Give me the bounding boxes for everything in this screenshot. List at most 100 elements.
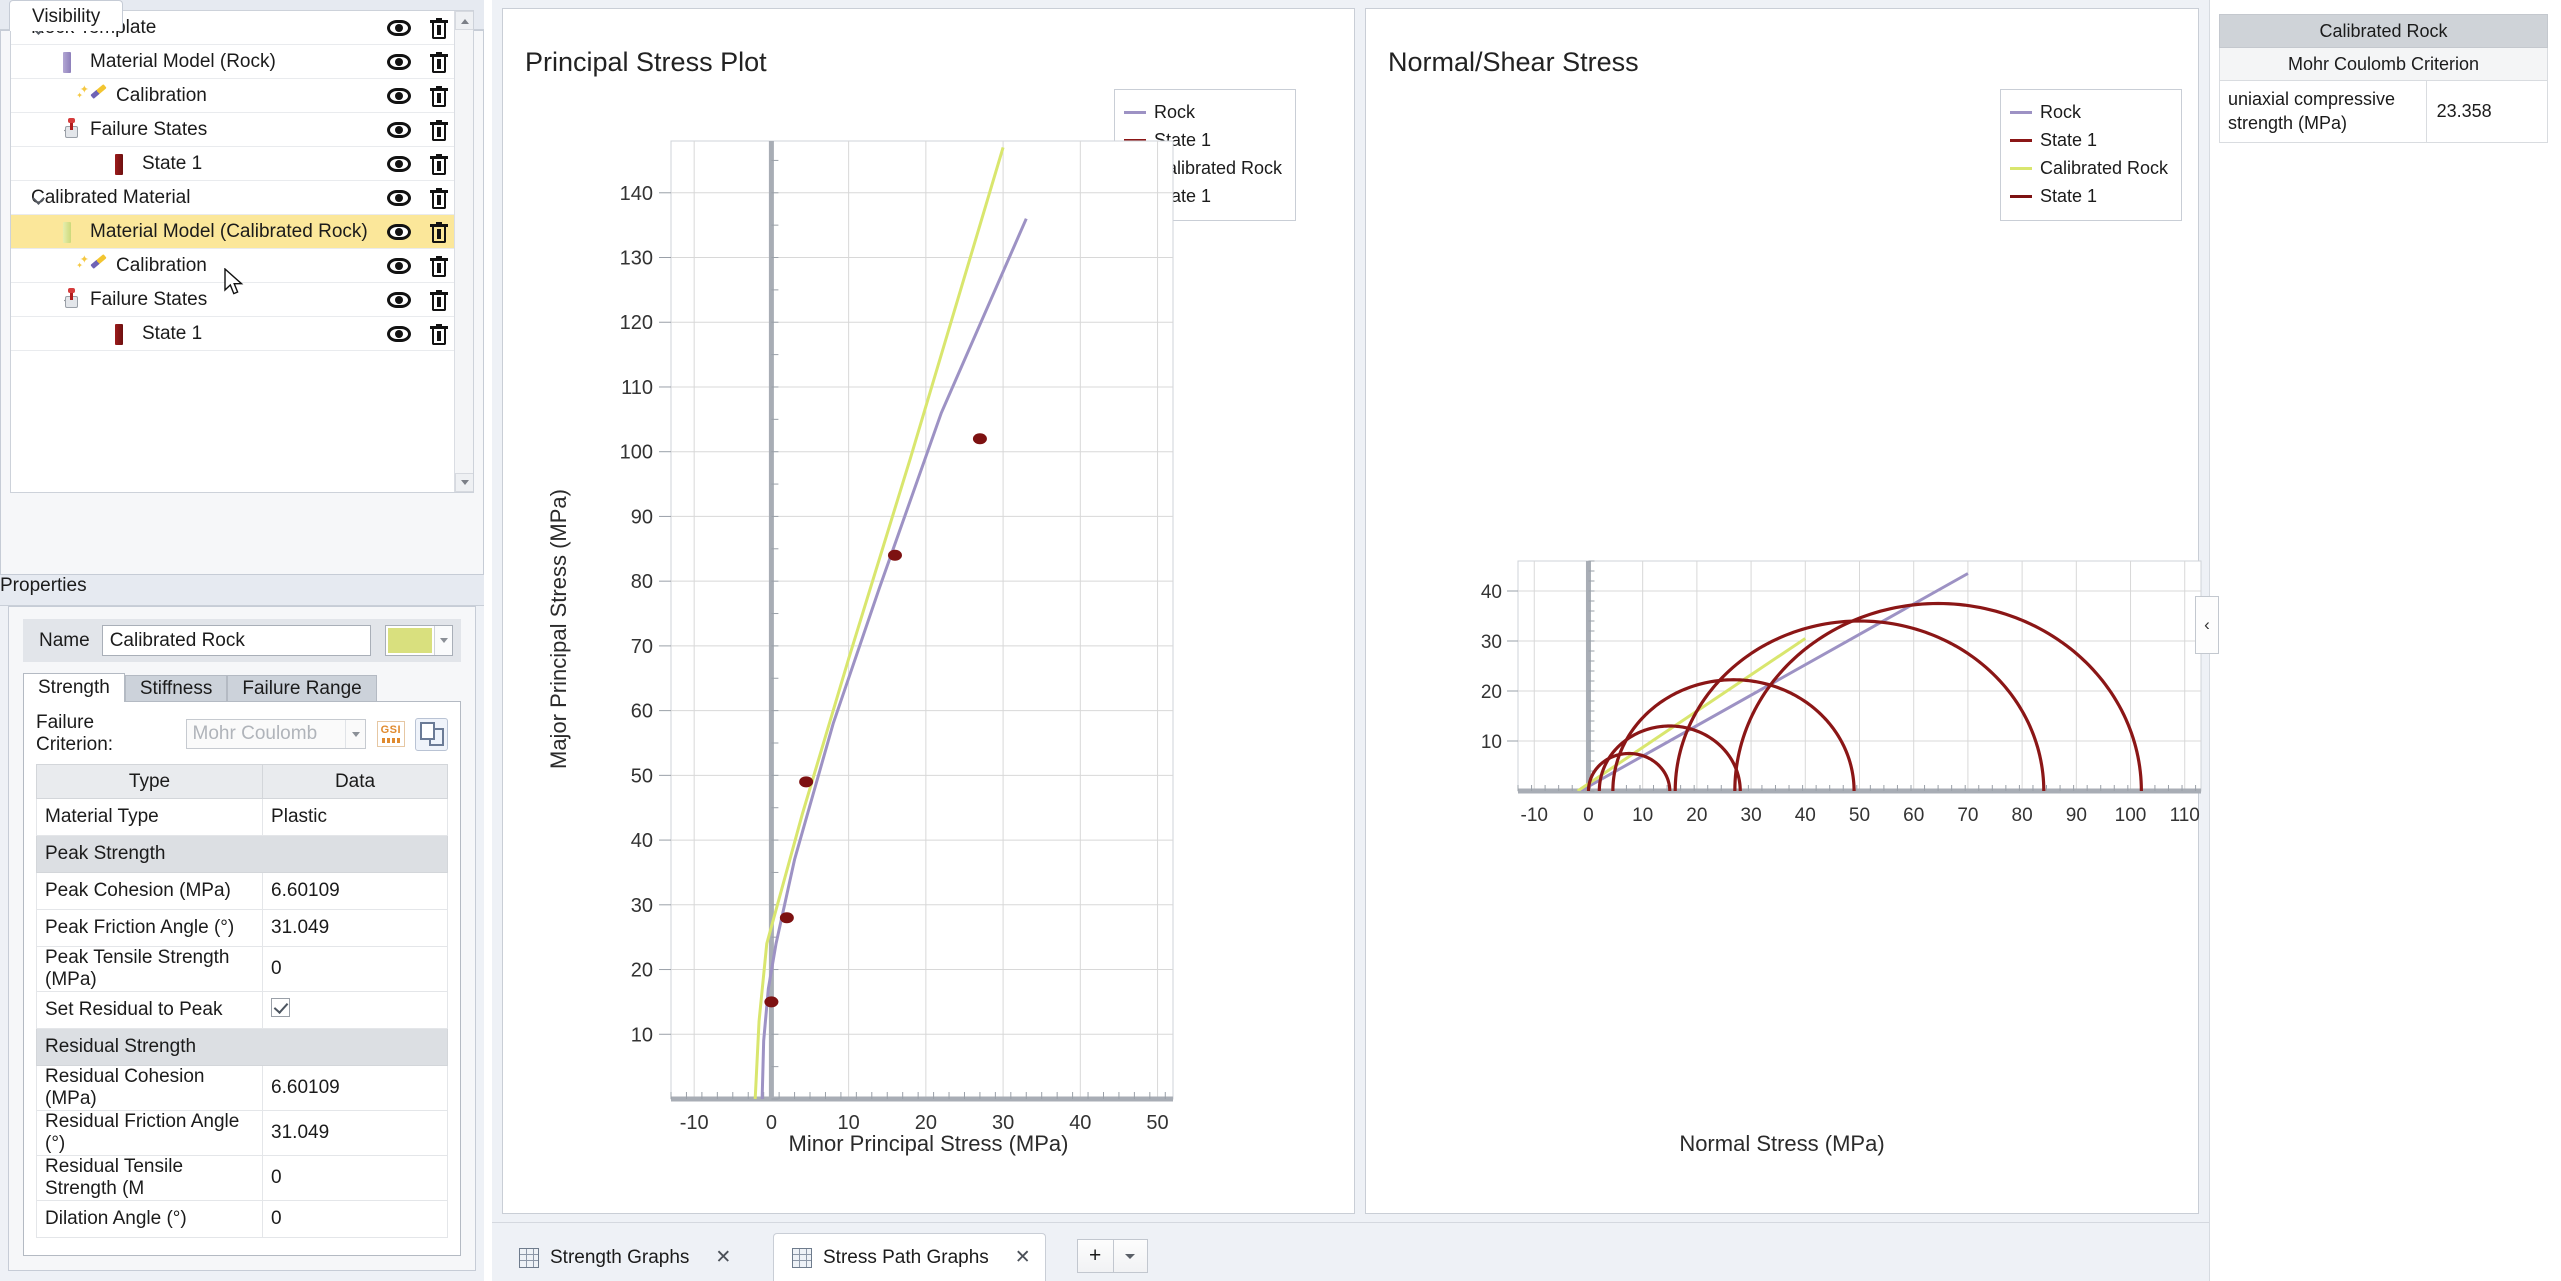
property-value[interactable]: Plastic	[263, 799, 448, 836]
delete-trash-icon[interactable]	[430, 256, 448, 277]
property-name: Set Residual to Peak	[37, 992, 263, 1029]
strength-subpanel: Failure Criterion: Mohr Coulomb GSI	[23, 701, 461, 1256]
property-value[interactable]: 0	[263, 1201, 448, 1238]
name-row: Name Calibrated Rock	[23, 619, 461, 662]
svg-text:140: 140	[620, 183, 653, 205]
svg-text:110: 110	[621, 377, 653, 399]
chevron-down-icon[interactable]	[33, 192, 46, 205]
property-value[interactable]	[263, 992, 448, 1029]
tree-item-material-model-calibrated-rock[interactable]: Material Model (Calibrated Rock)	[11, 215, 454, 249]
svg-text:10: 10	[1481, 732, 1502, 753]
close-tab-icon[interactable]: ✕	[715, 1246, 731, 1269]
delete-trash-icon[interactable]	[430, 86, 448, 107]
tree-item-label: Material Model (Calibrated Rock)	[90, 221, 368, 243]
collapse-right-panel-button[interactable]: ‹	[2195, 596, 2219, 654]
property-value[interactable]: 0	[263, 1156, 448, 1201]
subtab-failure-range[interactable]: Failure Range	[227, 675, 376, 702]
visibility-eye-icon[interactable]	[387, 224, 411, 240]
delete-trash-icon[interactable]	[430, 222, 448, 243]
visibility-eye-icon[interactable]	[387, 54, 411, 70]
property-value[interactable]: 31.049	[263, 1111, 448, 1156]
delete-trash-icon[interactable]	[430, 154, 448, 175]
tree-item-calibration[interactable]: ✦✦Calibration	[11, 79, 454, 113]
tab-properties[interactable]: Properties	[0, 575, 484, 597]
property-value[interactable]: 31.049	[263, 910, 448, 947]
property-row: Material TypePlastic	[37, 799, 448, 836]
subtab-stiffness[interactable]: Stiffness	[125, 675, 228, 702]
property-row: Residual Friction Angle (°)31.049	[37, 1111, 448, 1156]
material-color-picker[interactable]	[385, 625, 453, 656]
svg-text:30: 30	[631, 895, 653, 917]
tree-item-content: ✦✦Calibration	[11, 85, 207, 107]
delete-trash-icon[interactable]	[430, 290, 448, 311]
table-row: uniaxial compressive strength (MPa) 23.3…	[2220, 81, 2548, 143]
chevron-down-icon[interactable]	[434, 626, 452, 655]
property-name: Peak Tensile Strength (MPa)	[37, 947, 263, 992]
tree-item-label: Material Model (Rock)	[90, 51, 276, 73]
property-name: Peak Friction Angle (°)	[37, 910, 263, 947]
visibility-eye-icon[interactable]	[387, 20, 411, 36]
failure-criterion-select[interactable]: Mohr Coulomb	[186, 719, 367, 749]
visibility-eye-icon[interactable]	[387, 88, 411, 104]
property-value[interactable]: 0	[263, 947, 448, 992]
close-tab-icon[interactable]: ✕	[1015, 1246, 1031, 1269]
visibility-eye-icon[interactable]	[387, 122, 411, 138]
tree-scrollbar[interactable]	[454, 11, 473, 492]
property-row: Residual Cohesion (MPa)6.60109	[37, 1066, 448, 1111]
principal-stress-plot-canvas[interactable]: -100102030405010203040506070809010011012…	[503, 69, 1354, 1169]
tree-item-failure-states[interactable]: Failure States	[11, 113, 454, 147]
tree-item-calibrated-material[interactable]: Calibrated Material	[11, 181, 454, 215]
property-row: Residual Tensile Strength (M0	[37, 1156, 448, 1201]
normal-shear-plot-canvas[interactable]: -10010203040506070809010011010203040	[1366, 69, 2211, 1169]
properties-subtabs: Strength Stiffness Failure Range	[23, 673, 377, 702]
property-value[interactable]: 6.60109	[263, 1066, 448, 1111]
svg-text:100: 100	[2115, 805, 2147, 826]
graph-tab-label: Strength Graphs	[550, 1247, 689, 1269]
tab-visibility[interactable]: Visibility	[9, 0, 123, 31]
tree-item-calibration[interactable]: ✦✦Calibration	[11, 249, 454, 283]
graph-tab-stress-path-graphs[interactable]: Stress Path Graphs ✕	[773, 1233, 1046, 1281]
tree-item-state-1[interactable]: State 1	[11, 147, 454, 181]
subtab-strength[interactable]: Strength	[23, 673, 125, 702]
delete-trash-icon[interactable]	[430, 188, 448, 209]
delete-trash-icon[interactable]	[430, 52, 448, 73]
property-value[interactable]: 6.60109	[263, 873, 448, 910]
visibility-eye-icon[interactable]	[387, 326, 411, 342]
delete-trash-icon[interactable]	[430, 324, 448, 345]
info-header: Calibrated Rock	[2220, 15, 2548, 48]
scroll-up-button[interactable]	[455, 11, 474, 30]
visibility-eye-icon[interactable]	[387, 292, 411, 308]
set-residual-to-peak-checkbox[interactable]	[271, 998, 290, 1017]
failure-criterion-value: Mohr Coulomb	[193, 723, 318, 745]
subtab-label: Failure Range	[242, 678, 361, 700]
copy-properties-button[interactable]	[415, 718, 448, 751]
tree-item-content: State 1	[11, 153, 202, 175]
svg-text:30: 30	[1741, 805, 1762, 826]
left-panel: Visibility Rock TemplateMaterial Model (…	[0, 0, 484, 1281]
scroll-down-button[interactable]	[455, 473, 474, 492]
property-group-label: Peak Strength	[37, 836, 448, 873]
add-graph-tab-button[interactable]: +	[1077, 1239, 1114, 1273]
tree-item-label: Calibration	[116, 255, 207, 277]
delete-trash-icon[interactable]	[430, 120, 448, 141]
name-input[interactable]: Calibrated Rock	[102, 625, 371, 656]
tree-item-material-model-rock[interactable]: Material Model (Rock)	[11, 45, 454, 79]
tree-item-state-1[interactable]: State 1	[11, 317, 454, 351]
tree-item-label: State 1	[142, 153, 202, 175]
delete-trash-icon[interactable]	[430, 18, 448, 39]
svg-text:90: 90	[631, 506, 653, 528]
svg-text:100: 100	[620, 442, 653, 464]
graph-tab-label: Stress Path Graphs	[823, 1247, 989, 1269]
subtab-label: Stiffness	[140, 678, 213, 700]
gsi-button[interactable]: GSI	[374, 718, 407, 751]
table-header-row: Type Data	[37, 765, 448, 799]
chevron-down-icon[interactable]	[345, 720, 365, 748]
tree-item-failure-states[interactable]: Failure States	[11, 283, 454, 317]
visibility-eye-icon[interactable]	[387, 258, 411, 274]
visibility-eye-icon[interactable]	[387, 156, 411, 172]
visibility-eye-icon[interactable]	[387, 190, 411, 206]
failure-criterion-row: Failure Criterion: Mohr Coulomb GSI	[24, 702, 460, 764]
add-graph-dropdown-button[interactable]	[1114, 1239, 1148, 1273]
chevron-down-icon	[1125, 1254, 1135, 1259]
graph-tab-strength-graphs[interactable]: Strength Graphs ✕	[500, 1233, 746, 1281]
